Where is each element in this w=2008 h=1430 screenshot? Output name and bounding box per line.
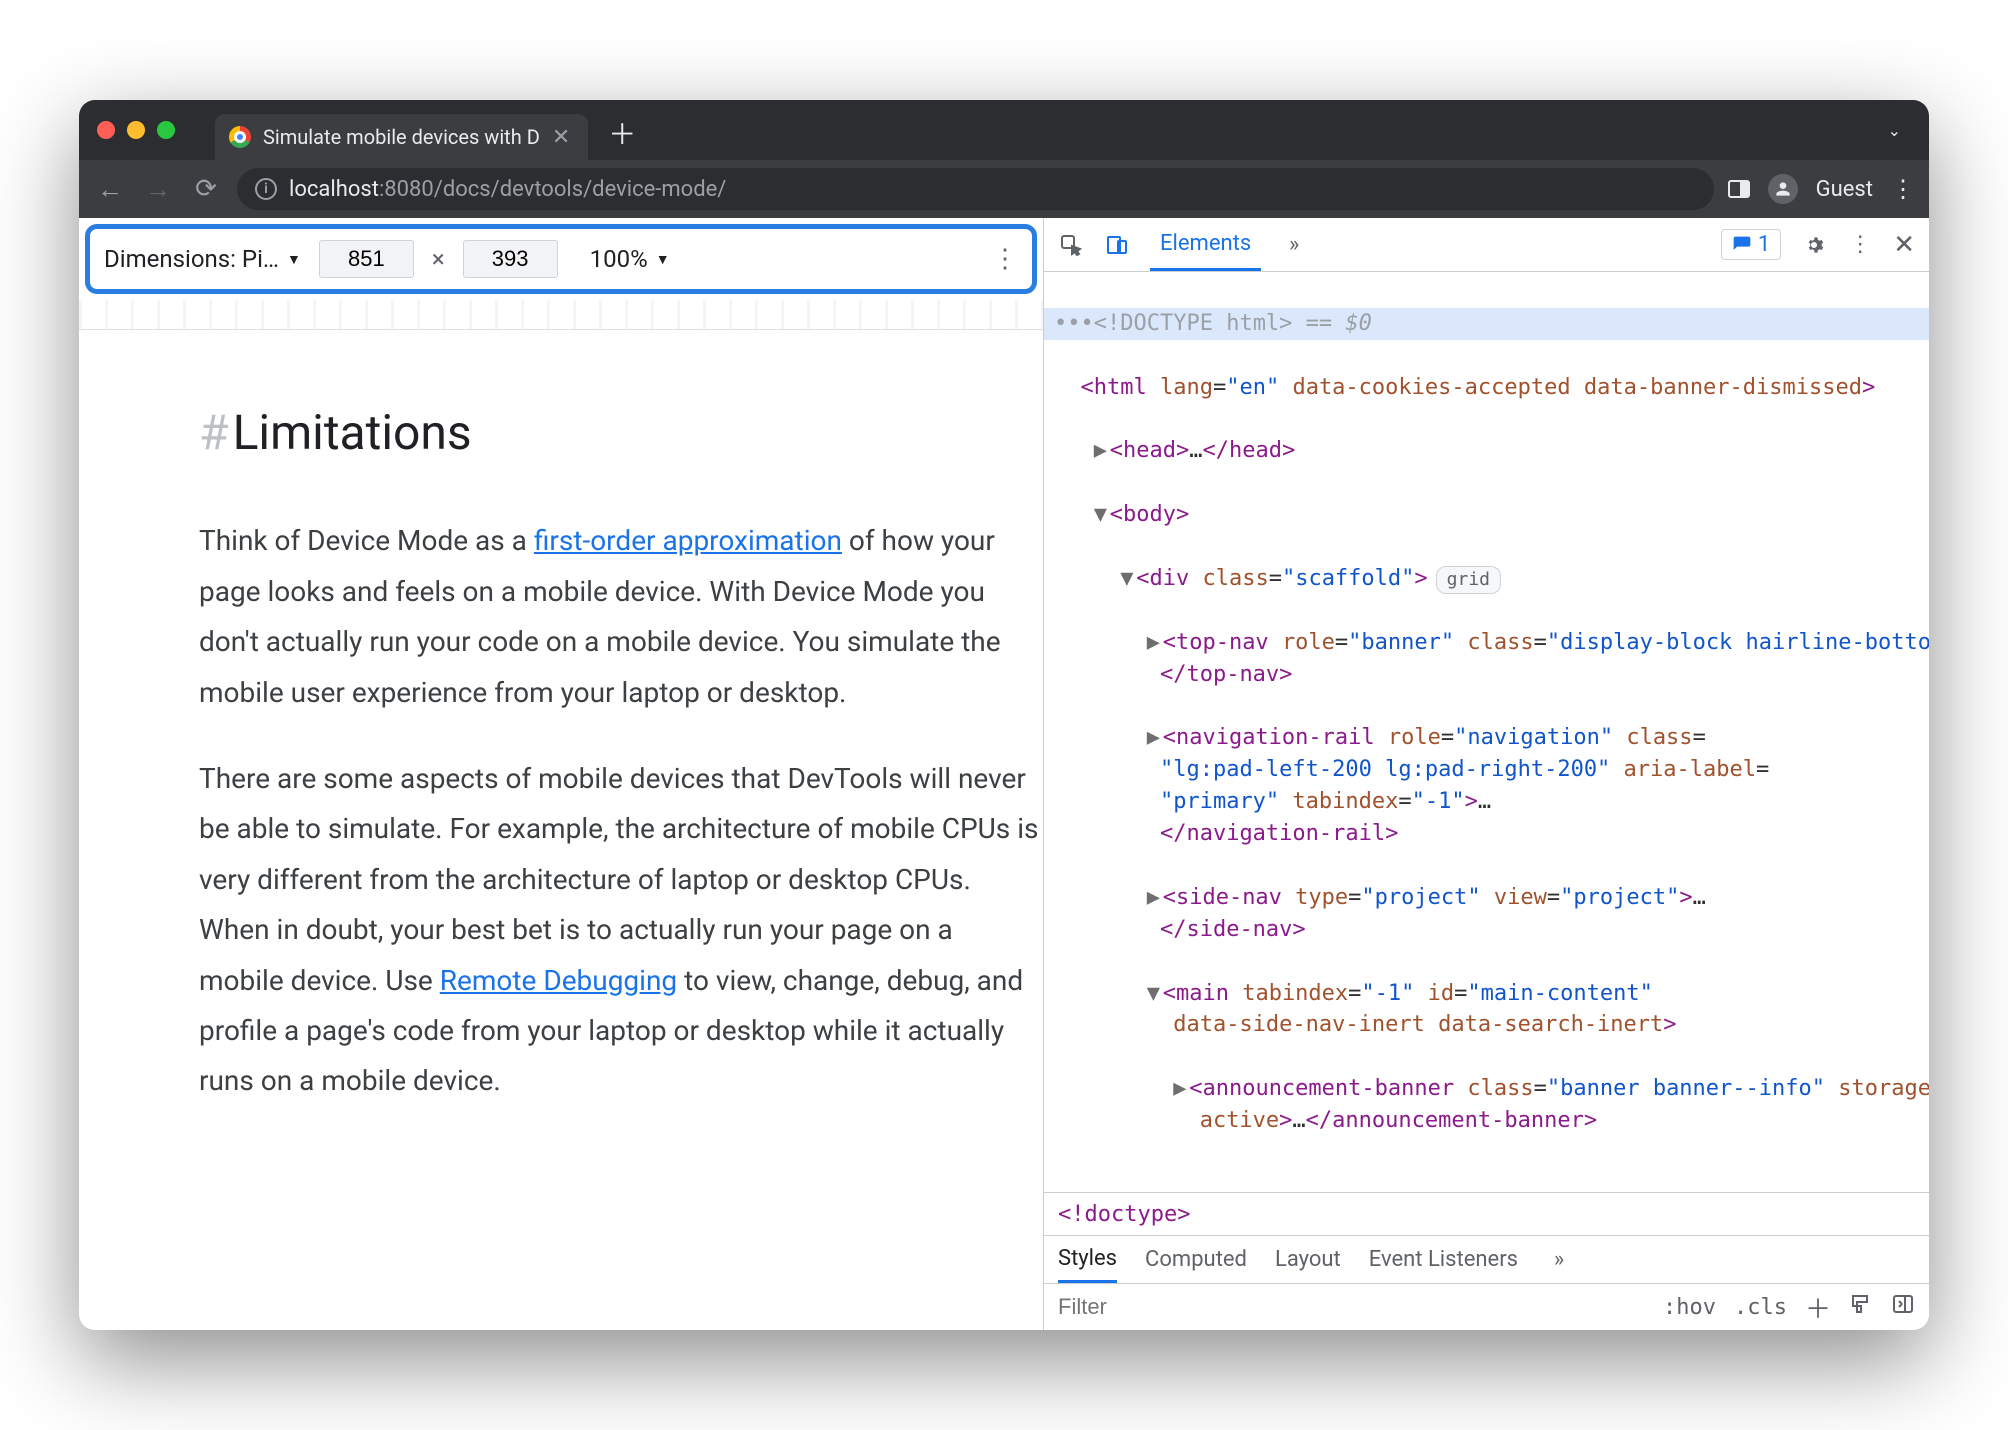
new-tab-button[interactable]: ＋ xyxy=(608,113,636,153)
close-window-button[interactable] xyxy=(97,121,115,139)
url-port: :8080 xyxy=(379,177,434,202)
close-tab-button[interactable]: ✕ xyxy=(552,125,570,150)
styles-tabs: Styles Computed Layout Event Listeners » xyxy=(1044,1236,1929,1284)
chevron-down-icon: ▼ xyxy=(287,251,301,268)
styles-filter-bar: :hov .cls ＋ xyxy=(1044,1284,1929,1330)
zoom-dropdown[interactable]: 100% ▼ xyxy=(590,245,670,273)
window-controls xyxy=(97,121,175,139)
browser-menu-button[interactable]: ⋮ xyxy=(1891,175,1915,203)
devtools-toolbar: Elements » 1 ⋮ ✕ xyxy=(1044,218,1929,272)
tab-elements[interactable]: Elements xyxy=(1150,218,1261,271)
link-remote-debugging[interactable]: Remote Debugging xyxy=(440,964,677,997)
dimensions-label: Dimensions: Pi… xyxy=(104,245,279,273)
minimize-window-button[interactable] xyxy=(127,121,145,139)
address-bar: ← → ⟳ i localhost:8080/docs/devtools/dev… xyxy=(79,160,1929,218)
width-input[interactable] xyxy=(319,240,414,278)
zoom-value: 100% xyxy=(590,245,648,273)
chrome-icon xyxy=(229,126,251,148)
devtools-panel: Elements » 1 ⋮ ✕ •••<!DOCTYPE html> == $… xyxy=(1044,218,1929,1330)
content-area: Dimensions: Pi… ▼ × 100% ▼ ⋮ #Limitation… xyxy=(79,218,1929,1330)
maximize-window-button[interactable] xyxy=(157,121,175,139)
chevron-down-icon: ▼ xyxy=(656,251,670,268)
cls-toggle[interactable]: .cls xyxy=(1734,1295,1787,1320)
paint-icon[interactable] xyxy=(1849,1292,1873,1322)
device-toolbar-menu[interactable]: ⋮ xyxy=(992,244,1018,274)
inspect-element-icon[interactable] xyxy=(1058,232,1084,258)
paragraph: Think of Device Mode as a first-order ap… xyxy=(199,516,1043,718)
paragraph: There are some aspects of mobile devices… xyxy=(199,754,1043,1107)
device-toolbar: Dimensions: Pi… ▼ × 100% ▼ ⋮ xyxy=(85,224,1037,294)
tab-overflow-button[interactable]: ⌄ xyxy=(1888,121,1901,140)
close-devtools-button[interactable]: ✕ xyxy=(1893,230,1915,260)
side-panel-icon[interactable] xyxy=(1728,180,1750,198)
url-input[interactable]: i localhost:8080/docs/devtools/device-mo… xyxy=(237,168,1714,210)
ruler xyxy=(79,300,1043,330)
dimensions-separator: × xyxy=(432,245,445,273)
more-subtabs-icon[interactable]: » xyxy=(1546,1247,1572,1273)
profile-button[interactable] xyxy=(1768,174,1798,204)
back-button[interactable]: ← xyxy=(93,172,127,206)
dom-breadcrumb[interactable]: <!doctype> xyxy=(1044,1192,1929,1236)
link-first-order[interactable]: first-order approximation xyxy=(534,524,842,557)
height-input[interactable] xyxy=(463,240,558,278)
toggle-sidebar-icon[interactable] xyxy=(1891,1292,1915,1322)
grid-badge[interactable]: grid xyxy=(1436,566,1501,594)
gear-icon[interactable] xyxy=(1801,232,1827,258)
issues-count: 1 xyxy=(1758,232,1770,257)
reload-button[interactable]: ⟳ xyxy=(189,172,223,206)
dimensions-dropdown[interactable]: Dimensions: Pi… ▼ xyxy=(104,245,301,273)
devtools-menu-button[interactable]: ⋮ xyxy=(1847,232,1873,258)
device-toggle-icon[interactable] xyxy=(1104,232,1130,258)
filter-input[interactable] xyxy=(1058,1294,1398,1320)
device-viewport: Dimensions: Pi… ▼ × 100% ▼ ⋮ #Limitation… xyxy=(79,218,1044,1330)
tab-styles[interactable]: Styles xyxy=(1058,1236,1117,1283)
browser-window: Simulate mobile devices with D ✕ ＋ ⌄ ← →… xyxy=(79,100,1929,1330)
dom-tree[interactable]: •••<!DOCTYPE html> == $0 <html lang="en"… xyxy=(1044,272,1929,1192)
tab-layout[interactable]: Layout xyxy=(1275,1236,1341,1283)
hov-toggle[interactable]: :hov xyxy=(1663,1295,1716,1320)
tab-title: Simulate mobile devices with D xyxy=(263,125,540,149)
browser-tab[interactable]: Simulate mobile devices with D ✕ xyxy=(215,114,588,160)
more-tabs-icon[interactable]: » xyxy=(1281,232,1307,258)
new-style-rule-button[interactable]: ＋ xyxy=(1805,1289,1831,1326)
profile-label: Guest xyxy=(1816,177,1873,202)
url-host: localhost xyxy=(289,177,379,202)
forward-button[interactable]: → xyxy=(141,172,175,206)
tab-event-listeners[interactable]: Event Listeners xyxy=(1369,1236,1518,1283)
url-path: /docs/devtools/device-mode/ xyxy=(434,177,727,202)
tab-computed[interactable]: Computed xyxy=(1145,1236,1247,1283)
rendered-page: #Limitations Think of Device Mode as a f… xyxy=(79,330,1043,1330)
page-heading: #Limitations xyxy=(199,390,1043,476)
issues-button[interactable]: 1 xyxy=(1721,229,1781,260)
titlebar: Simulate mobile devices with D ✕ ＋ ⌄ xyxy=(79,100,1929,160)
site-info-icon[interactable]: i xyxy=(255,178,277,200)
